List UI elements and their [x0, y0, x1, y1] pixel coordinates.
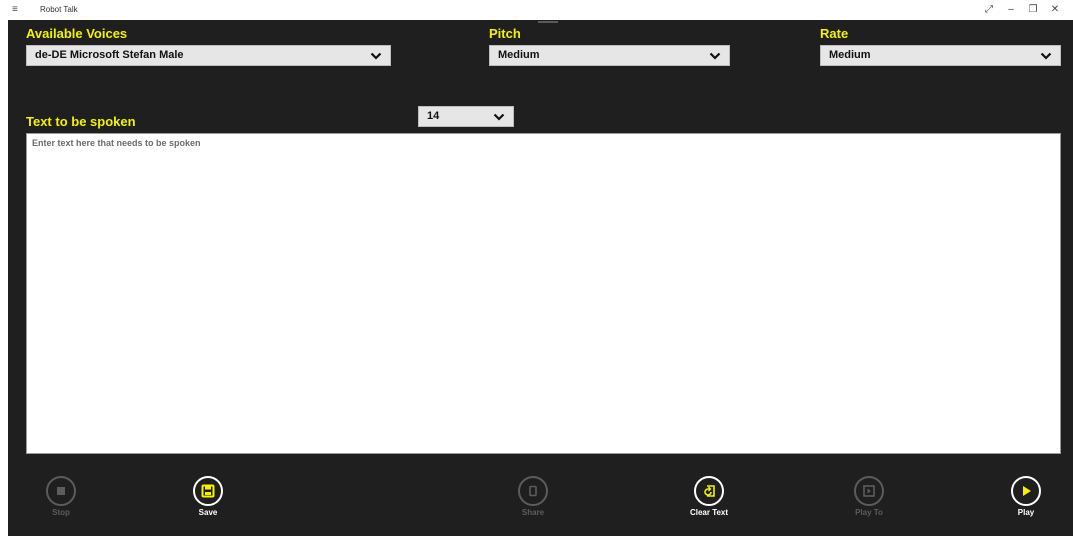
save-label: Save [198, 508, 218, 517]
save-button[interactable]: Save [169, 476, 249, 524]
play-icon [1011, 476, 1041, 506]
voices-label: Available Voices [26, 26, 128, 41]
share-label: Share [521, 508, 545, 517]
chevron-down-icon [709, 52, 721, 60]
minimize-button[interactable]: – [1002, 3, 1020, 17]
rate-selected-value: Medium [829, 49, 871, 61]
rate-label: Rate [820, 26, 849, 41]
window-title: Robot Talk [40, 5, 78, 14]
voices-selected-value: de-DE Microsoft Stefan Male [35, 49, 184, 61]
font-size-selected-value: 14 [427, 110, 440, 122]
voices-select[interactable]: de-DE Microsoft Stefan Male [26, 45, 391, 66]
fullscreen-icon[interactable]: ⤢ [980, 3, 998, 17]
text-input[interactable]: Enter text here that needs to be spoken [26, 133, 1061, 454]
play-to-icon [854, 476, 884, 506]
stop-label: Stop [52, 508, 70, 517]
drag-handle[interactable] [538, 21, 558, 23]
play-label: Play [1017, 508, 1035, 517]
clear-text-label: Clear Text [689, 508, 729, 517]
hamburger-menu-icon[interactable]: ≡ [12, 4, 18, 16]
app-surface: Available Voices de-DE Microsoft Stefan … [8, 20, 1073, 536]
restore-button[interactable]: ❐ [1024, 3, 1042, 17]
close-button[interactable]: ✕ [1046, 3, 1064, 17]
pitch-label: Pitch [489, 26, 521, 41]
chevron-down-icon [370, 52, 382, 60]
pitch-select[interactable]: Medium [489, 45, 730, 66]
title-bar: ≡ Robot Talk ⤢ – ❐ ✕ [0, 0, 1073, 20]
rate-select[interactable]: Medium [820, 45, 1061, 66]
font-size-select[interactable]: 14 [418, 106, 514, 127]
clear-text-icon [694, 476, 724, 506]
play-button[interactable]: Play [987, 476, 1067, 524]
text-area-label: Text to be spoken [26, 114, 136, 129]
share-icon [518, 476, 548, 506]
share-button[interactable]: Share [494, 476, 574, 524]
save-icon [193, 476, 223, 506]
chevron-down-icon [493, 113, 505, 121]
stop-icon [46, 476, 76, 506]
clear-text-button[interactable]: Clear Text [670, 476, 750, 524]
chevron-down-icon [1040, 52, 1052, 60]
pitch-selected-value: Medium [498, 49, 540, 61]
text-input-placeholder: Enter text here that needs to be spoken [32, 138, 201, 148]
play-to-label: Play To [855, 508, 883, 517]
stop-button[interactable]: Stop [22, 476, 102, 524]
play-to-button[interactable]: Play To [830, 476, 910, 524]
